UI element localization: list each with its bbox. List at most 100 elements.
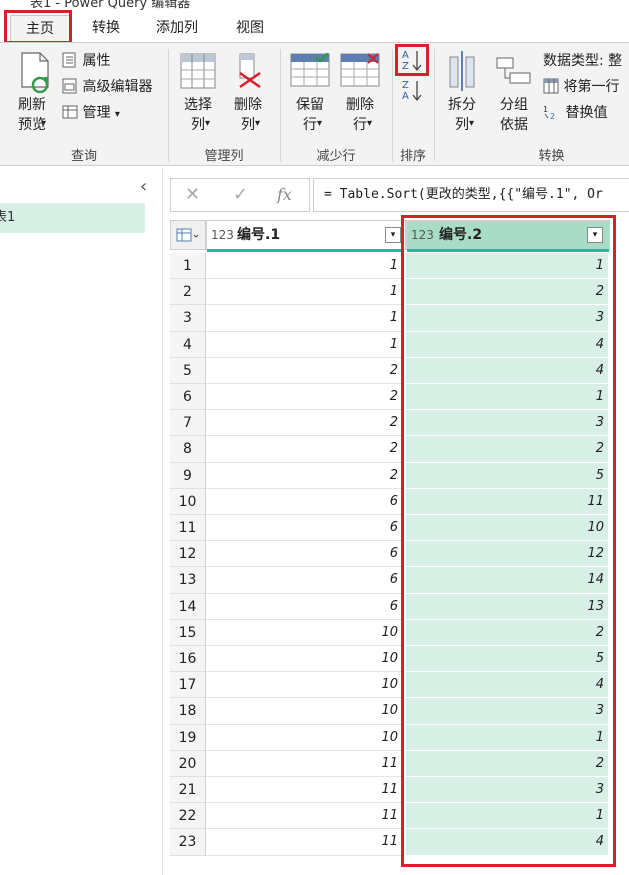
row-number[interactable]: 19	[170, 724, 206, 751]
replace-values-icon: 12	[543, 105, 555, 121]
sort-group-label: 排序	[399, 149, 426, 164]
collapse-pane-icon[interactable]: ‹	[140, 177, 147, 197]
use-first-row-as-headers-button[interactable]: 将第一行	[543, 77, 629, 97]
tab-add-column[interactable]: 添加列	[142, 15, 212, 41]
cell-column-1[interactable]: 1	[206, 253, 402, 280]
cell-column-1[interactable]: 6	[206, 593, 402, 620]
chevron-down-icon: ▾	[255, 118, 261, 129]
cell-column-1[interactable]: 2	[206, 384, 402, 411]
row-number[interactable]: 13	[170, 567, 206, 594]
refresh-icon	[21, 52, 49, 93]
transform-group-label: 转换	[538, 149, 565, 164]
chevron-down-icon: ▾	[317, 118, 323, 129]
keep-rows-label: 保留 行	[296, 97, 324, 133]
row-number[interactable]: 23	[170, 829, 206, 856]
chevron-down-icon: ▾	[367, 118, 373, 129]
advanced-editor-icon	[62, 78, 77, 94]
split-column-label: 拆分 列	[448, 97, 476, 133]
properties-icon	[62, 52, 76, 68]
column-header-1[interactable]: 123 编号.1 ▾	[206, 220, 406, 252]
manage-button[interactable]: 管理 ▾	[62, 103, 120, 123]
row-number[interactable]: 11	[170, 515, 206, 542]
row-number[interactable]: 7	[170, 410, 206, 437]
commit-icon[interactable]: ✓	[233, 185, 248, 205]
column-header-1-label: 编号.1	[237, 227, 281, 243]
row-number[interactable]: 21	[170, 777, 206, 804]
cell-column-1[interactable]: 6	[206, 515, 402, 542]
tab-view[interactable]: 视图	[222, 15, 278, 41]
cell-column-1[interactable]: 6	[206, 488, 402, 515]
row-number[interactable]: 15	[170, 619, 206, 646]
cell-column-1[interactable]: 6	[206, 567, 402, 594]
tab-transform[interactable]: 转换	[78, 15, 134, 41]
replace-values-button[interactable]: 12 替换值	[543, 103, 607, 123]
row-number[interactable]: 6	[170, 384, 206, 411]
row-number[interactable]: 12	[170, 541, 206, 568]
chevron-down-icon: ▾	[114, 109, 120, 120]
query-group-label: 查询	[70, 149, 97, 164]
formula-buttons: ✕ ✓ fx	[170, 178, 310, 212]
choose-columns-label: 选择 列	[184, 97, 212, 133]
keep-rows-icon	[290, 53, 330, 87]
cell-column-1[interactable]: 11	[206, 803, 402, 830]
split-column-icon	[449, 51, 475, 91]
manage-label: 管理	[82, 105, 111, 121]
row-number[interactable]: 22	[170, 803, 206, 830]
queries-pane: ‹ 表1	[0, 167, 163, 875]
cell-column-1[interactable]: 10	[206, 646, 402, 673]
svg-text:Z: Z	[402, 80, 409, 91]
cell-column-1[interactable]: 1	[206, 305, 402, 332]
row-number[interactable]: 5	[170, 357, 206, 384]
svg-text:A: A	[402, 91, 409, 102]
cell-column-1[interactable]: 10	[206, 619, 402, 646]
cell-column-1[interactable]: 1	[206, 279, 402, 306]
formula-input[interactable]: = Table.Sort(更改的类型,{{"编号.1", Or	[313, 178, 629, 212]
row-number[interactable]: 17	[170, 672, 206, 699]
row-number[interactable]: 9	[170, 462, 206, 489]
home-tab-highlight	[4, 10, 72, 44]
query-item-table1[interactable]: 表1	[0, 203, 145, 233]
row-number[interactable]: 18	[170, 698, 206, 725]
row-number[interactable]: 14	[170, 593, 206, 620]
row-number[interactable]: 16	[170, 646, 206, 673]
title-bar: 表1 - Power Query 编辑器	[0, 0, 629, 10]
row-number[interactable]: 2	[170, 279, 206, 306]
properties-button[interactable]: 属性	[62, 51, 110, 71]
cell-column-1[interactable]: 2	[206, 410, 402, 437]
row-number[interactable]: 1	[170, 253, 206, 280]
manage-columns-group-label: 管理列	[204, 149, 244, 164]
row-number[interactable]: 10	[170, 488, 206, 515]
formula-bar: ✕ ✓ fx = Table.Sort(更改的类型,{{"编号.1", Or	[170, 178, 629, 212]
row-number[interactable]: 3	[170, 305, 206, 332]
row-number[interactable]: 4	[170, 331, 206, 358]
row-number[interactable]: 8	[170, 436, 206, 463]
cancel-icon[interactable]: ✕	[185, 185, 200, 205]
cell-column-1[interactable]: 1	[206, 331, 402, 358]
remove-rows-icon	[340, 53, 380, 87]
cell-column-1[interactable]: 2	[206, 436, 402, 463]
cell-column-1[interactable]: 11	[206, 777, 402, 804]
table-menu-button[interactable]	[170, 220, 206, 250]
whole-number-type-icon[interactable]: 123	[211, 221, 234, 249]
column-filter-dropdown-icon[interactable]: ▾	[385, 227, 401, 243]
row-number[interactable]: 20	[170, 750, 206, 777]
cell-column-1[interactable]: 2	[206, 462, 402, 489]
cell-column-1[interactable]: 2	[206, 357, 402, 384]
advanced-editor-button[interactable]: 高级编辑器	[62, 77, 152, 97]
cell-column-1[interactable]: 6	[206, 541, 402, 568]
cell-column-1[interactable]: 10	[206, 698, 402, 725]
cell-column-1[interactable]: 10	[206, 672, 402, 699]
fx-icon[interactable]: fx	[277, 185, 292, 205]
ribbon: 刷新 预览 ▾ 属性 高级编辑器 管理 ▾ 查询 选择 列 ▾ 删除 列 ▾ 管…	[0, 42, 629, 166]
table-header-icon	[543, 78, 559, 94]
cell-column-1[interactable]: 11	[206, 750, 402, 777]
properties-label: 属性	[82, 53, 111, 69]
refresh-preview-label: 刷新 预览	[18, 97, 46, 133]
cell-column-1[interactable]: 11	[206, 829, 402, 856]
chevron-down-icon: ▾	[205, 118, 211, 129]
data-type-dropdown[interactable]: 数据类型: 整	[543, 51, 629, 71]
cell-column-1[interactable]: 10	[206, 724, 402, 751]
sort-ascending-highlight	[395, 44, 429, 76]
manage-icon	[62, 105, 78, 119]
svg-text:1: 1	[543, 105, 548, 114]
